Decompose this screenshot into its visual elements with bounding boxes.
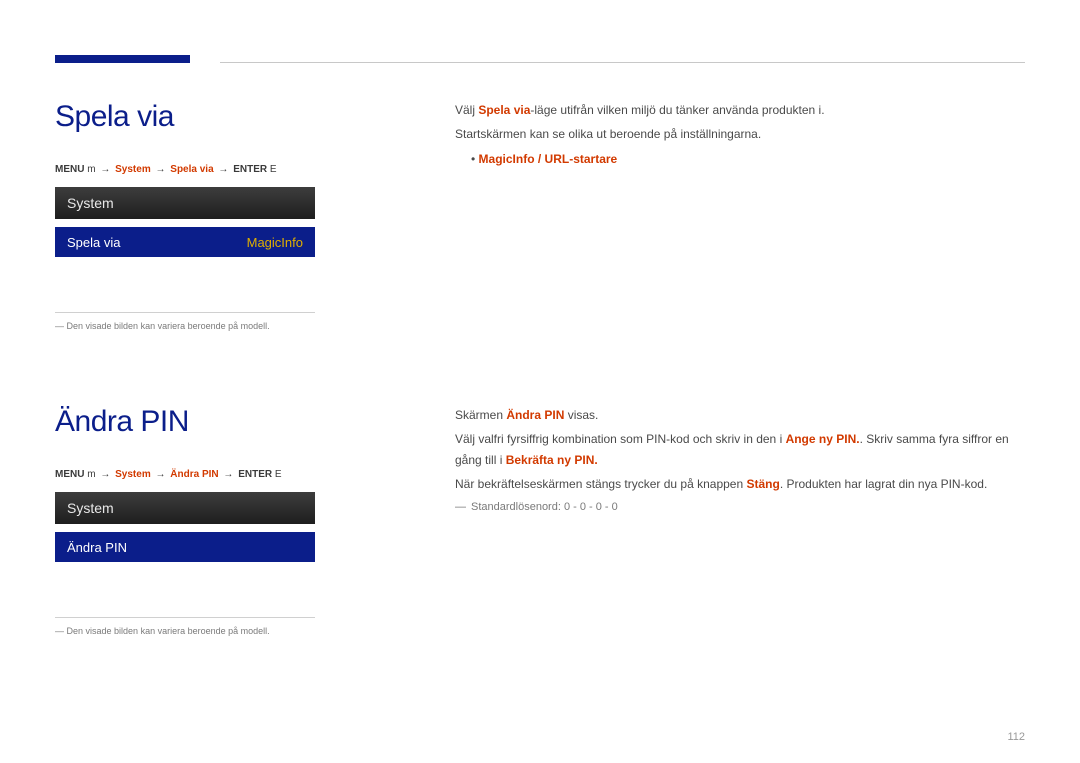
inline-bold: Spela via bbox=[478, 103, 530, 117]
body2-p2: Välj valfri fyrsiffrig kombination som P… bbox=[455, 429, 1025, 470]
breadcrumb-key-menu: MENU bbox=[55, 164, 84, 175]
section1-heading: Spela via bbox=[55, 100, 405, 134]
navbox-row[interactable]: Ändra PIN bbox=[55, 532, 315, 562]
inline-bold: Ange ny PIN. bbox=[786, 432, 860, 446]
section-andra-pin-body: Skärmen Ändra PIN visas. Välj valfri fyr… bbox=[455, 405, 1025, 513]
section-spela-via-left: Spela via MENU m → System → Spela via → … bbox=[55, 100, 405, 331]
header-accent-bar bbox=[55, 55, 190, 63]
breadcrumb-key-enter: ENTER bbox=[233, 164, 267, 175]
enter-icon: E bbox=[275, 469, 282, 480]
footnote-text: Den visade bilden kan variera beroende p… bbox=[67, 321, 270, 331]
arrow-icon: → bbox=[100, 469, 110, 480]
menu-icon: m bbox=[87, 164, 95, 175]
arrow-icon: → bbox=[100, 164, 110, 175]
text: Välj valfri fyrsiffrig kombination som P… bbox=[455, 432, 786, 446]
text: Skärmen bbox=[455, 408, 506, 422]
inline-bold: Ändra PIN bbox=[506, 408, 564, 422]
text: visas. bbox=[564, 408, 598, 422]
bullet: • bbox=[471, 152, 475, 166]
text: -läge utifrån vilken miljö du tänker anv… bbox=[530, 103, 824, 117]
enter-icon: E bbox=[270, 164, 277, 175]
navbox-spacer bbox=[55, 524, 315, 532]
inline-bold: Bekräfta ny PIN. bbox=[506, 453, 598, 467]
section1-breadcrumb: MENU m → System → Spela via → ENTER E bbox=[55, 164, 405, 175]
breadcrumb-step-system: System bbox=[115, 164, 151, 175]
navbox-row-label: Spela via bbox=[67, 235, 120, 250]
navbox-row[interactable]: Spela via MagicInfo bbox=[55, 227, 315, 257]
menu-icon: m bbox=[87, 469, 95, 480]
breadcrumb-key-enter: ENTER bbox=[238, 469, 272, 480]
section-andra-pin-left: Ändra PIN MENU m → System → Ändra PIN → … bbox=[55, 405, 405, 636]
option-text: MagicInfo / URL-startare bbox=[479, 152, 618, 166]
arrow-icon: → bbox=[156, 164, 166, 175]
section1-footnote: ― Den visade bilden kan variera beroende… bbox=[55, 312, 315, 331]
navbox-row-label: Ändra PIN bbox=[67, 540, 127, 555]
section2-footnote: ― Den visade bilden kan variera beroende… bbox=[55, 617, 315, 636]
inline-bold: Stäng bbox=[746, 477, 779, 491]
text: Välj bbox=[455, 103, 478, 117]
body1-options: • MagicInfo / URL-startare bbox=[471, 149, 1025, 169]
navbox-andra-pin: System Ändra PIN bbox=[55, 492, 315, 562]
navbox-title: System bbox=[55, 187, 315, 219]
breadcrumb-step-andra-pin: Ändra PIN bbox=[170, 469, 218, 480]
header-divider bbox=[220, 62, 1025, 63]
section-spela-via-body: Välj Spela via-läge utifrån vilken miljö… bbox=[455, 100, 1025, 173]
body1-p1: Välj Spela via-läge utifrån vilken miljö… bbox=[455, 100, 1025, 120]
section2-breadcrumb: MENU m → System → Ändra PIN → ENTER E bbox=[55, 469, 405, 480]
text: . Produkten har lagrat din nya PIN-kod. bbox=[780, 477, 987, 491]
navbox-title: System bbox=[55, 492, 315, 524]
breadcrumb-key-menu: MENU bbox=[55, 469, 84, 480]
body2-note: Standardlösenord: 0 - 0 - 0 - 0 bbox=[471, 501, 1025, 513]
body2-p1: Skärmen Ändra PIN visas. bbox=[455, 405, 1025, 425]
arrow-icon: → bbox=[218, 164, 228, 175]
page-number: 112 bbox=[1007, 731, 1025, 743]
navbox-row-value: MagicInfo bbox=[247, 235, 303, 250]
navbox-spacer bbox=[55, 219, 315, 227]
navbox-spela-via: System Spela via MagicInfo bbox=[55, 187, 315, 257]
body1-p2: Startskärmen kan se olika ut beroende på… bbox=[455, 124, 1025, 144]
breadcrumb-step-system: System bbox=[115, 469, 151, 480]
text: När bekräftelseskärmen stängs trycker du… bbox=[455, 477, 746, 491]
body2-p3: När bekräftelseskärmen stängs trycker du… bbox=[455, 474, 1025, 494]
section2-heading: Ändra PIN bbox=[55, 405, 405, 439]
breadcrumb-step-spela-via: Spela via bbox=[170, 164, 213, 175]
arrow-icon: → bbox=[156, 469, 166, 480]
arrow-icon: → bbox=[223, 469, 233, 480]
footnote-text: Den visade bilden kan variera beroende p… bbox=[67, 626, 270, 636]
